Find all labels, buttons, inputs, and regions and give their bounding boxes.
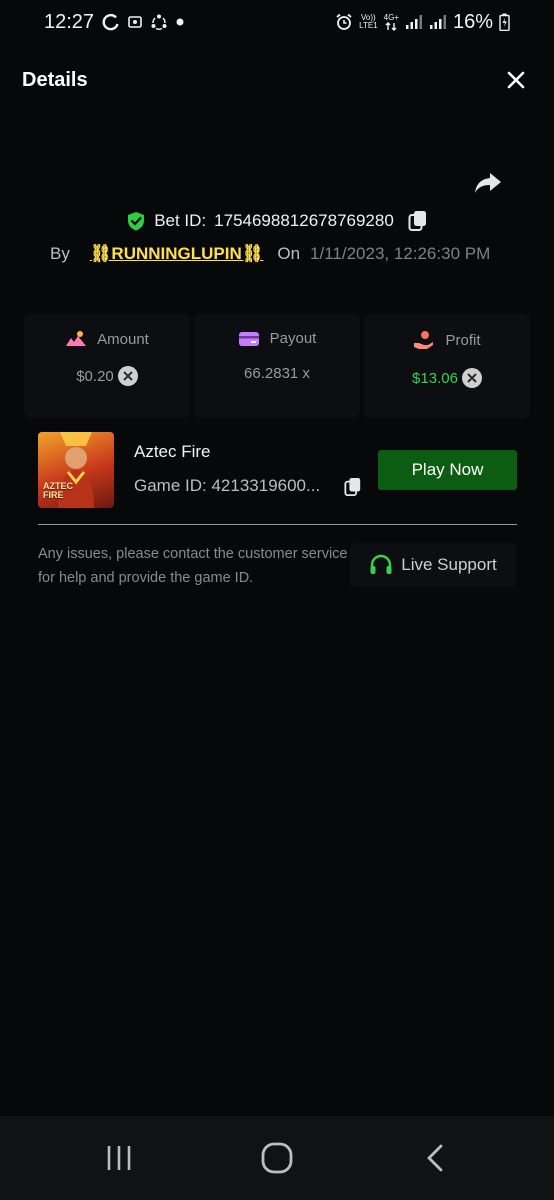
gallery-icon [128,15,142,29]
payout-label: Payout [269,330,317,347]
bet-owner-row: By ⛓RUNNINGLUPIN⛓ On 1/11/2023, 12:26:30… [50,240,490,268]
support-help-text: Any issues, please contact the customer … [38,546,348,586]
by-label: By [50,244,70,263]
amount-value: $0.20 [76,367,114,385]
bet-id-row: Bet ID: 1754698812678769280 [0,206,554,236]
profit-label: Profit [445,331,481,349]
profit-stat: Profit $13.06 [364,314,530,418]
copy-game-id-button[interactable] [342,476,364,498]
profit-value: $13.06 [412,369,458,387]
share-arrow-icon [475,173,501,193]
divider [38,524,517,525]
close-icon [507,71,525,89]
copy-icon [344,478,361,496]
page-title: Details [22,68,88,91]
alarm-icon [335,13,353,31]
back-chevron-icon [427,1144,443,1172]
home-button[interactable] [247,1128,307,1188]
bet-id-label: Bet ID: [154,211,207,230]
live-support-button[interactable]: Live Support [350,543,516,587]
payout-stat: Payout 66.2831 x [194,314,360,418]
recent-apps-button[interactable] [89,1128,149,1188]
headphones-icon [370,554,392,574]
on-label: On [277,244,301,263]
game-thumb-line2: FIRE [43,490,64,500]
home-icon [261,1142,293,1174]
payout-value: 66.2831 x [244,365,310,382]
share-network-icon [150,13,168,31]
lte-label: LTE1 [359,21,378,30]
share-button[interactable] [470,166,506,200]
currency-icon [117,366,138,386]
recent-apps-icon [107,1146,131,1170]
data-indicator: 4G+ [383,12,399,31]
game-thumbnail[interactable]: AZTEC FIRE [38,432,114,508]
status-bar: 12:27 Vo)) LTE1 4G+ 16% [0,0,554,44]
system-nav-bar [0,1116,554,1200]
verified-shield-icon [128,212,145,231]
volte-indicator: Vo)) LTE1 [359,14,378,30]
currency-icon [461,368,482,388]
bet-date: 1/11/2023, 12:26:30 PM [310,244,491,263]
status-time: 12:27 [44,10,95,33]
game-info-row: AZTEC FIRE Aztec Fire Game ID: 421331960… [38,432,518,508]
game-id: Game ID: 4213319600... [134,476,321,495]
game-name: Aztec Fire [134,442,211,461]
copy-bet-id-button[interactable] [408,210,428,232]
notification-dot-icon [176,18,184,26]
card-icon [238,331,259,346]
live-support-label: Live Support [401,555,497,574]
sync-icon [102,13,120,31]
amount-label: Amount [97,330,149,348]
username-link[interactable]: ⛓RUNNINGLUPIN⛓ [90,244,264,264]
profit-hand-icon [414,331,434,349]
close-button[interactable] [500,64,532,96]
bet-id-value: 1754698812678769280 [214,211,394,230]
play-now-button[interactable]: Play Now [378,450,517,490]
signal-icon-1 [405,14,423,30]
signal-icon-2 [429,14,447,30]
network-type-label: 4G+ [383,12,399,22]
back-button[interactable] [405,1128,465,1188]
copy-icon [408,211,426,231]
battery-percent: 16% [452,10,493,33]
details-header: Details [0,56,554,104]
amount-icon [66,331,87,346]
amount-stat: Amount $0.20 [24,314,190,418]
battery-charging-icon [499,13,510,31]
bet-stats: Amount $0.20 Payout 66.2831 x Profit $13… [24,314,530,418]
